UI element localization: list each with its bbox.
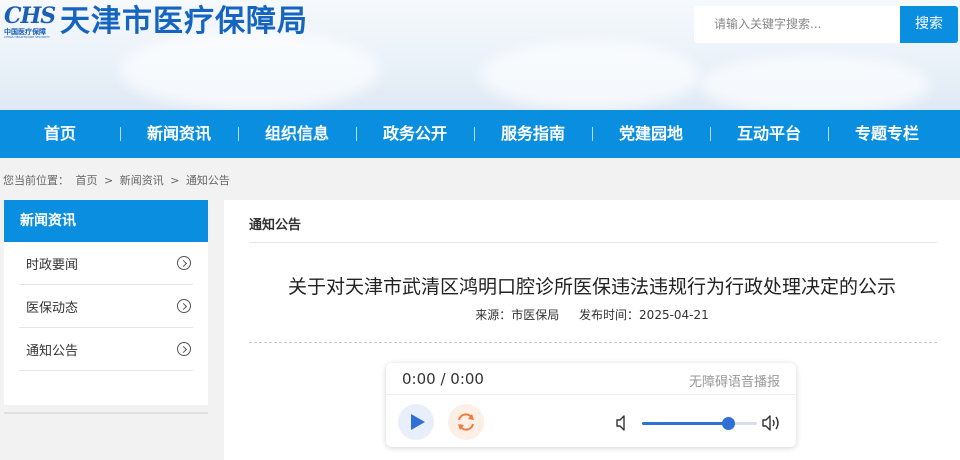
search-input[interactable]: 请输入关键字搜索... [694, 6, 900, 43]
breadcrumb-separator: > [170, 174, 180, 187]
meta-divider [249, 342, 937, 343]
nav-item-news[interactable]: 新闻资讯 [120, 110, 238, 158]
site-logo[interactable]: CHS 中国医疗保障 CHINA HEALTHCARE SECURITY 天津市… [4, 2, 308, 42]
nav-item-party-building[interactable]: 党建园地 [592, 110, 710, 158]
logo-mark-text: CHS [4, 3, 56, 29]
loop-icon [458, 413, 474, 431]
volume-slider-handle[interactable] [722, 417, 736, 430]
volume-slider[interactable] [642, 417, 757, 430]
section-divider [249, 242, 937, 243]
main-nav: 首页 新闻资讯 组织信息 政务公开 服务指南 党建园地 互动平台 专题专栏 [0, 110, 960, 158]
article-source: 来源：市医保局 [475, 308, 560, 322]
sidebar-item-label: 医保动态 [26, 300, 79, 316]
nav-item-service-guide[interactable]: 服务指南 [474, 110, 592, 158]
nav-item-home[interactable]: 首页 [0, 110, 120, 158]
play-button[interactable] [398, 404, 434, 440]
site-header: CHS 中国医疗保障 CHINA HEALTHCARE SECURITY 天津市… [0, 0, 960, 110]
article-publish-time: 发布时间：2025-04-21 [579, 308, 709, 322]
volume-high-icon[interactable] [761, 413, 783, 433]
section-title: 通知公告 [249, 218, 302, 233]
breadcrumb: 您当前位置： 首页 > 新闻资讯 > 通知公告 [3, 172, 233, 188]
sidebar: 新闻资讯 时政要闻 医保动态 通知公告 [4, 200, 208, 405]
sidebar-item-healthcare-news[interactable]: 医保动态 [19, 285, 193, 328]
volume-low-icon[interactable] [614, 414, 632, 432]
sidebar-title: 新闻资讯 [4, 200, 208, 242]
breadcrumb-news[interactable]: 新闻资讯 [120, 174, 164, 187]
nav-item-special-topics[interactable]: 专题专栏 [828, 110, 946, 158]
logo-subtitle-en: CHINA HEALTHCARE SECURITY [4, 35, 50, 39]
search-button[interactable]: 搜索 [900, 6, 958, 43]
chevron-right-circle-icon [177, 256, 191, 270]
breadcrumb-separator: > [104, 174, 114, 187]
breadcrumb-current[interactable]: 通知公告 [186, 174, 230, 187]
volume-slider-fill [642, 422, 729, 425]
nav-item-government-affairs[interactable]: 政务公开 [356, 110, 474, 158]
playback-time: 0:00 / 0:00 [402, 370, 484, 388]
chs-logo-mark: CHS 中国医疗保障 CHINA HEALTHCARE SECURITY [4, 5, 56, 39]
sidebar-divider [4, 412, 208, 414]
sidebar-item-label: 通知公告 [26, 343, 79, 359]
header-decoration [480, 40, 700, 110]
article-meta: 来源：市医保局 发布时间：2025-04-21 [224, 306, 960, 323]
tts-label: 无障碍语音播报 [688, 375, 780, 390]
chevron-right-circle-icon [177, 342, 191, 356]
nav-item-interaction[interactable]: 互动平台 [710, 110, 828, 158]
audio-player: 0:00 / 0:00 无障碍语音播报 [386, 363, 796, 447]
sidebar-item-notices[interactable]: 通知公告 [19, 328, 193, 371]
site-title: 天津市医疗保障局 [60, 4, 308, 39]
player-divider [386, 394, 796, 395]
loop-button[interactable] [448, 404, 484, 440]
breadcrumb-prefix: 您当前位置： [3, 174, 69, 187]
header-decoration [700, 55, 930, 110]
sidebar-item-label: 时政要闻 [26, 257, 79, 273]
breadcrumb-home[interactable]: 首页 [76, 174, 98, 187]
main-content: 通知公告 关于对天津市武清区鸿明口腔诊所医保违法违规行为行政处理决定的公示 来源… [224, 200, 960, 460]
article-title: 关于对天津市武清区鸿明口腔诊所医保违法违规行为行政处理决定的公示 [287, 276, 896, 298]
chevron-right-circle-icon [177, 299, 191, 313]
nav-item-organization[interactable]: 组织信息 [238, 110, 356, 158]
sidebar-item-current-affairs[interactable]: 时政要闻 [19, 242, 193, 285]
header-decoration [120, 30, 380, 110]
